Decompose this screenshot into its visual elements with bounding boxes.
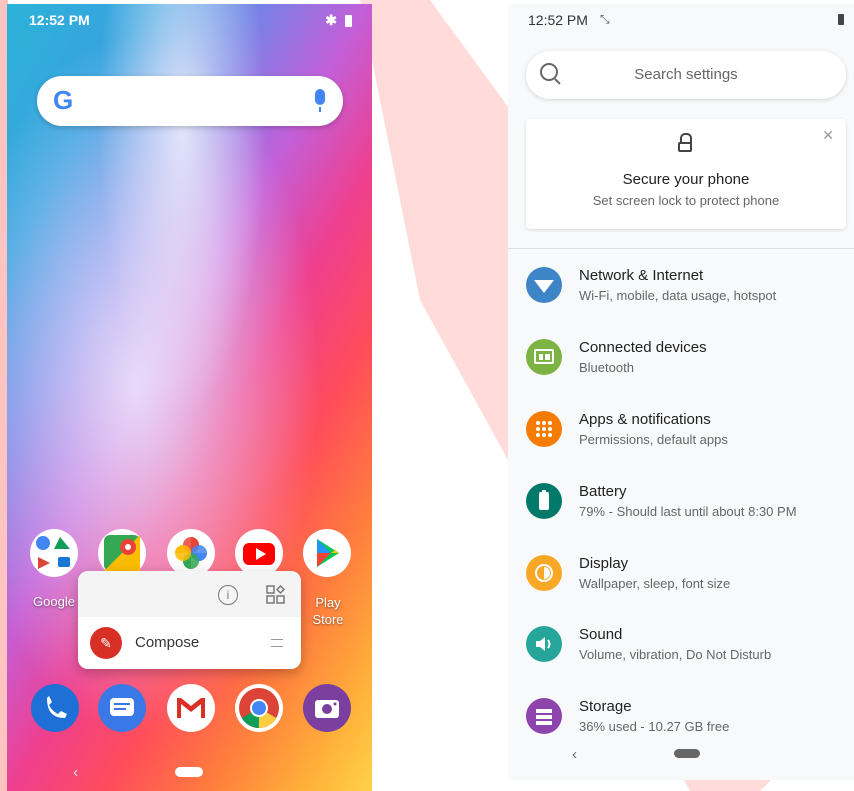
- card-subtitle: Set screen lock to protect phone: [592, 193, 780, 208]
- devices-icon: [526, 339, 562, 375]
- compose-icon[interactable]: ✎: [90, 627, 122, 659]
- home-button[interactable]: [674, 749, 700, 758]
- widgets-icon[interactable]: [266, 584, 286, 605]
- sound-icon: [526, 626, 562, 662]
- secure-phone-card[interactable]: ✕ Secure your phone Set screen lock to p…: [526, 119, 846, 229]
- status-time: 12:52 PM: [528, 12, 588, 28]
- status-time: 12:52 PM: [29, 12, 90, 28]
- settings-item-title: Sound: [579, 626, 623, 643]
- gmail-shortcut-popup: i ✎ Compose: [78, 571, 301, 669]
- settings-item-subtitle: 36% used - 10.27 GB free: [579, 719, 730, 734]
- popup-header: i: [78, 571, 301, 617]
- settings-item-subtitle: Wi-Fi, mobile, data usage, hotspot: [579, 288, 777, 303]
- lock-icon: [678, 133, 692, 153]
- maps-icon[interactable]: [98, 529, 146, 577]
- settings-item-title: Connected devices: [579, 339, 707, 356]
- google-icon: G: [53, 85, 74, 115]
- settings-item-sound[interactable]: Sound Volume, vibration, Do Not Disturb: [526, 620, 846, 676]
- settings-item-connected-devices[interactable]: Connected devices Bluetooth: [526, 333, 846, 389]
- phone-icon[interactable]: [31, 684, 79, 732]
- settings-item-subtitle: Wallpaper, sleep, font size: [579, 576, 731, 591]
- drag-handle-icon[interactable]: [271, 639, 283, 647]
- display-icon: [526, 555, 562, 591]
- chrome-icon[interactable]: [235, 684, 283, 732]
- battery-icon: [838, 14, 844, 25]
- status-bar: 12:52 PM ✱: [7, 4, 372, 36]
- settings-screen: 12:52 PM ⤡ Search settings ✕ Secure your…: [508, 4, 854, 780]
- gmail-icon[interactable]: [167, 684, 215, 732]
- google-folder-icon[interactable]: [30, 529, 78, 577]
- play-store-icon[interactable]: [303, 529, 351, 577]
- settings-item-title: Battery: [579, 483, 627, 500]
- home-button[interactable]: [175, 767, 203, 777]
- photos-icon[interactable]: [167, 529, 215, 577]
- settings-item-display[interactable]: Display Wallpaper, sleep, font size: [526, 549, 846, 605]
- search-settings-bar[interactable]: Search settings: [526, 51, 846, 99]
- battery-icon: [526, 483, 562, 519]
- divider: [508, 248, 854, 249]
- settings-item-title: Display: [579, 555, 629, 572]
- settings-item-subtitle: 79% - Should last until about 8:30 PM: [579, 504, 797, 519]
- card-title: Secure your phone: [622, 171, 750, 188]
- status-bar: 12:52 PM ⤡: [508, 4, 854, 36]
- storage-icon: [526, 698, 562, 734]
- messages-icon[interactable]: [98, 684, 146, 732]
- settings-item-title: Storage: [579, 698, 632, 715]
- bluetooth-icon: ✱: [325, 12, 337, 28]
- back-button[interactable]: ‹: [572, 746, 577, 763]
- wifi-icon: [526, 267, 562, 303]
- google-search-bar[interactable]: G: [37, 76, 343, 126]
- mic-icon[interactable]: [315, 89, 325, 112]
- app-label-google: Google: [33, 594, 75, 609]
- home-screen: 12:52 PM ✱ G Google Play Store i ✎ Compo…: [7, 4, 372, 791]
- back-button[interactable]: ‹: [73, 764, 78, 782]
- close-icon[interactable]: ✕: [822, 127, 834, 144]
- settings-item-subtitle: Volume, vibration, Do Not Disturb: [579, 647, 772, 662]
- settings-item-subtitle: Bluetooth: [579, 360, 634, 375]
- settings-item-storage[interactable]: Storage 36% used - 10.27 GB free: [526, 692, 846, 748]
- settings-item-title: Apps & notifications: [579, 411, 711, 428]
- apps-icon: [526, 411, 562, 447]
- settings-item-network[interactable]: Network & Internet Wi-Fi, mobile, data u…: [526, 261, 846, 317]
- settings-item-title: Network & Internet: [579, 267, 704, 284]
- settings-item-subtitle: Permissions, default apps: [579, 432, 728, 447]
- rotate-icon: ⤡: [600, 12, 610, 26]
- battery-icon: [345, 14, 352, 27]
- settings-item-battery[interactable]: Battery 79% - Should last until about 8:…: [526, 477, 846, 533]
- settings-item-apps[interactable]: Apps & notifications Permissions, defaul…: [526, 405, 846, 461]
- camera-icon[interactable]: [303, 684, 351, 732]
- info-icon[interactable]: i: [218, 585, 238, 605]
- youtube-icon[interactable]: [235, 529, 283, 577]
- search-settings-placeholder: Search settings: [634, 66, 738, 83]
- compose-shortcut[interactable]: Compose: [135, 634, 199, 651]
- app-label-play-store: Play Store: [312, 595, 344, 627]
